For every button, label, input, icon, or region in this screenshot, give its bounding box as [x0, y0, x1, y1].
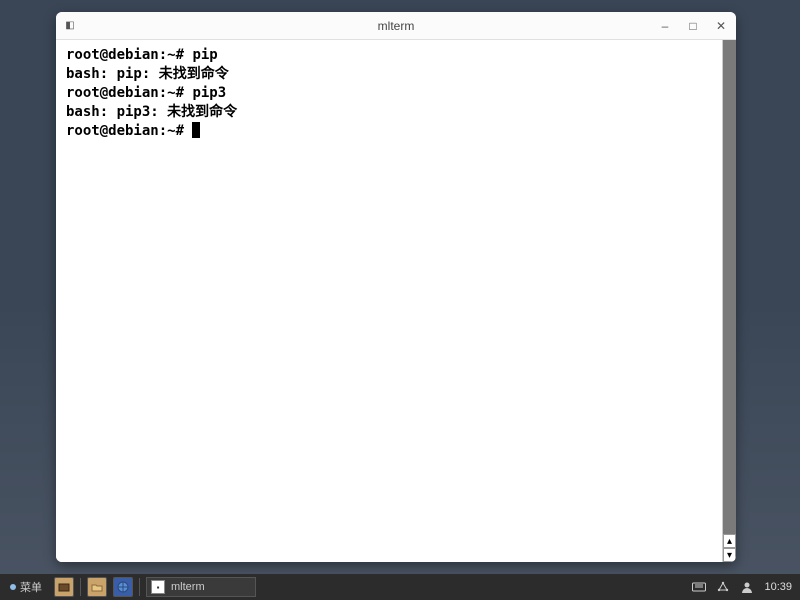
scrollbar-track[interactable]	[723, 40, 736, 534]
terminal-output[interactable]: root@debian:~# pip bash: pip: 未找到命令 root…	[56, 40, 722, 562]
window-titlebar[interactable]: ◧ mlterm – □ ✕	[56, 12, 736, 40]
file-manager-launcher[interactable]	[87, 577, 107, 597]
minimize-button[interactable]: –	[658, 19, 672, 33]
command-text: pip	[192, 47, 217, 63]
close-button[interactable]: ✕	[714, 19, 728, 33]
desktop-icon	[58, 581, 70, 593]
output-text: bash: pip3: 未找到命令	[66, 104, 237, 120]
taskbar: 菜单 ▪ mlterm 10:39	[0, 574, 800, 600]
terminal-window: ◧ mlterm – □ ✕ root@debian:~# pip bash: …	[56, 12, 736, 562]
menu-label: 菜单	[20, 579, 42, 595]
globe-icon	[117, 581, 129, 593]
command-text: pip3	[192, 85, 226, 101]
window-controls: – □ ✕	[658, 19, 728, 33]
folder-icon	[91, 581, 103, 593]
show-desktop-button[interactable]	[54, 577, 74, 597]
network-icon[interactable]	[716, 580, 730, 594]
terminal-icon: ▪	[151, 580, 165, 594]
task-label: mlterm	[171, 581, 205, 593]
taskbar-task-mlterm[interactable]: ▪ mlterm	[146, 577, 256, 597]
taskbar-separator	[80, 578, 81, 596]
prompt: root@debian:~#	[66, 47, 192, 63]
window-title: mlterm	[56, 19, 736, 33]
clock[interactable]: 10:39	[764, 581, 792, 593]
window-menu-icon[interactable]: ◧	[64, 20, 76, 32]
prompt: root@debian:~#	[66, 123, 192, 139]
user-icon[interactable]	[740, 580, 754, 594]
system-tray: 10:39	[692, 580, 796, 594]
keyboard-icon[interactable]	[692, 580, 706, 594]
web-browser-launcher[interactable]	[113, 577, 133, 597]
scroll-up-arrow-icon[interactable]: ▴	[723, 534, 736, 548]
prompt: root@debian:~#	[66, 85, 192, 101]
cursor	[192, 122, 200, 138]
terminal-body: root@debian:~# pip bash: pip: 未找到命令 root…	[56, 40, 736, 562]
output-text: bash: pip: 未找到命令	[66, 66, 229, 82]
taskbar-separator	[139, 578, 140, 596]
menu-icon	[10, 584, 16, 590]
start-menu-button[interactable]: 菜单	[4, 577, 48, 597]
maximize-button[interactable]: □	[686, 19, 700, 33]
scrollbar[interactable]: ▴ ▾	[722, 40, 736, 562]
scroll-down-arrow-icon[interactable]: ▾	[723, 548, 736, 562]
